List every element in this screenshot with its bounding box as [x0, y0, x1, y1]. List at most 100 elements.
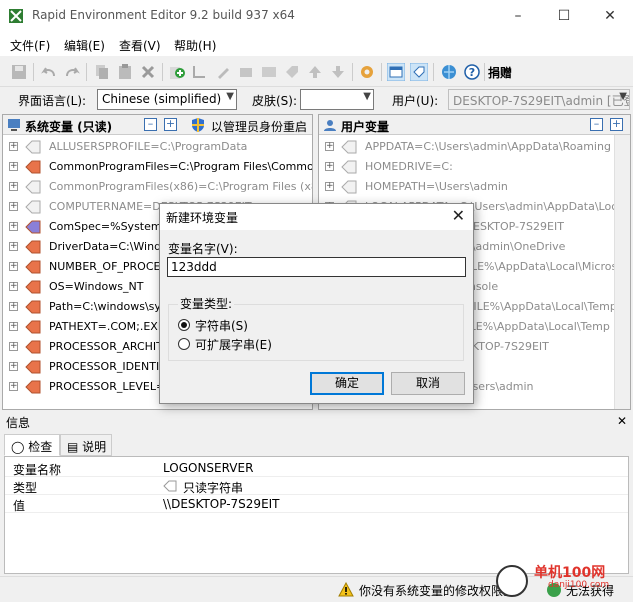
cancel-button[interactable]: 取消: [391, 372, 465, 395]
expand-icon[interactable]: +: [9, 242, 18, 251]
add-variable-icon[interactable]: [168, 63, 186, 81]
chevron-down-icon: ▼: [619, 91, 627, 102]
tag-view-icon[interactable]: [410, 63, 428, 81]
string-radio[interactable]: [178, 319, 190, 331]
tag-icon: [25, 220, 41, 234]
expand-icon[interactable]: +: [9, 162, 18, 171]
menu-view[interactable]: 查看(V): [119, 37, 161, 54]
expand-all-button[interactable]: +: [164, 118, 177, 131]
user-icon: [324, 120, 336, 131]
copy-icon[interactable]: [93, 63, 111, 81]
ok-button[interactable]: 确定: [310, 372, 384, 395]
language-label: 界面语言(L):: [18, 94, 87, 108]
save-icon[interactable]: [10, 63, 28, 81]
expand-icon[interactable]: +: [325, 182, 334, 191]
info-value: 只读字符串: [183, 481, 244, 495]
edit-icon[interactable]: [214, 63, 232, 81]
menu-file[interactable]: 文件(F): [10, 37, 50, 54]
language-value: Chinese (simplified): [102, 92, 222, 106]
info-key: 变量名称: [13, 463, 62, 477]
close-icon[interactable]: ✕: [617, 414, 627, 428]
delete-icon[interactable]: [139, 63, 157, 81]
user-value: DESKTOP-7S29EIT\admin [已登: [453, 94, 630, 108]
menu-help[interactable]: 帮助(H): [174, 37, 216, 54]
expand-icon[interactable]: +: [9, 182, 18, 191]
expand-icon[interactable]: +: [325, 142, 334, 151]
close-button[interactable]: ✕: [587, 0, 633, 32]
minimize-button[interactable]: –: [495, 0, 541, 32]
expand-icon[interactable]: +: [9, 282, 18, 291]
tag-icon: [25, 140, 41, 154]
watermark-logo: [496, 565, 528, 597]
expandable-string-radio-label: 可扩展字串(E): [195, 338, 272, 352]
redo-icon[interactable]: [63, 63, 81, 81]
donate-button[interactable]: 捐赠: [488, 64, 512, 81]
language-select[interactable]: Chinese (simplified) ▼: [97, 89, 237, 110]
cut-icon[interactable]: [237, 63, 255, 81]
skin-select[interactable]: ▼: [300, 89, 374, 110]
settings-gear-icon[interactable]: [358, 63, 376, 81]
paste-icon[interactable]: [116, 63, 134, 81]
tag-icon: [25, 160, 41, 174]
collapse-all-button[interactable]: –: [144, 118, 157, 131]
tag-icon: [25, 300, 41, 314]
info-row: 变量名称 LOGONSERVER: [5, 459, 628, 477]
rename-icon[interactable]: [260, 63, 278, 81]
tag-icon: [25, 280, 41, 294]
toolbar-separator: [484, 63, 485, 81]
tag-icon: [341, 180, 357, 194]
variable-row-text: PROCESSOR_LEVEL=6: [49, 380, 173, 393]
toolbar-separator: [433, 63, 434, 81]
expand-icon[interactable]: +: [9, 262, 18, 271]
expandable-string-radio[interactable]: [178, 338, 190, 350]
expand-icon[interactable]: +: [9, 222, 18, 231]
expand-icon[interactable]: +: [9, 342, 18, 351]
title-bar: Rapid Environment Editor 9.2 build 937 x…: [0, 0, 633, 32]
tag-icon: [25, 340, 41, 354]
user-label: 用户(U):: [392, 94, 439, 108]
tag-icon[interactable]: [283, 63, 301, 81]
info-tabs: ◯ 检查 ▤ 说明: [0, 434, 633, 456]
tab-inspect[interactable]: ◯ 检查: [4, 434, 60, 456]
expand-icon[interactable]: +: [9, 302, 18, 311]
expand-all-button[interactable]: +: [610, 118, 623, 131]
help-icon[interactable]: ?: [463, 63, 481, 81]
expand-icon[interactable]: +: [9, 322, 18, 331]
app-icon: [9, 9, 23, 23]
expand-icon[interactable]: +: [9, 362, 18, 371]
window-view-icon[interactable]: [387, 63, 405, 81]
info-value: \\DESKTOP-7S29EIT: [163, 497, 280, 511]
system-panel-header: 系统变量 (只读) – + 以管理员身份重启: [3, 115, 312, 135]
maximize-button[interactable]: ☐: [541, 0, 587, 32]
variable-name-label: 变量名字(V):: [168, 242, 238, 256]
expand-icon[interactable]: +: [9, 142, 18, 151]
tag-icon: [341, 140, 357, 154]
user-panel-header: 用户变量 – +: [319, 115, 630, 135]
add-value-icon[interactable]: [191, 63, 209, 81]
toolbar-separator: [86, 63, 87, 81]
tag-icon: [25, 200, 41, 214]
menu-bar: 文件(F) 编辑(E) 查看(V) 帮助(H): [0, 32, 633, 56]
user-select[interactable]: DESKTOP-7S29EIT\admin [已登 ▼: [448, 89, 630, 110]
variable-type-label: 变量类型:: [178, 295, 235, 312]
info-key: 值: [13, 499, 26, 513]
variable-name-input[interactable]: [167, 257, 466, 277]
web-globe-icon[interactable]: [440, 63, 458, 81]
vertical-scrollbar[interactable]: [614, 135, 630, 409]
warning-icon: [338, 582, 354, 597]
move-down-icon[interactable]: [329, 63, 347, 81]
undo-icon[interactable]: [40, 63, 58, 81]
expand-icon[interactable]: +: [325, 162, 334, 171]
user-panel-title: 用户变量: [341, 120, 390, 134]
collapse-all-button[interactable]: –: [590, 118, 603, 131]
glasses-icon: ◯: [11, 440, 25, 454]
close-icon[interactable]: ✕: [452, 206, 465, 225]
expand-icon[interactable]: +: [9, 382, 18, 391]
expand-icon[interactable]: +: [9, 202, 18, 211]
move-up-icon[interactable]: [306, 63, 324, 81]
info-row: 值 \\DESKTOP-7S29EIT: [5, 495, 628, 513]
tab-description[interactable]: ▤ 说明: [60, 434, 112, 456]
tag-icon: [25, 320, 41, 334]
restart-as-admin-button[interactable]: 以管理员身份重启: [211, 118, 307, 135]
menu-edit[interactable]: 编辑(E): [64, 37, 105, 54]
